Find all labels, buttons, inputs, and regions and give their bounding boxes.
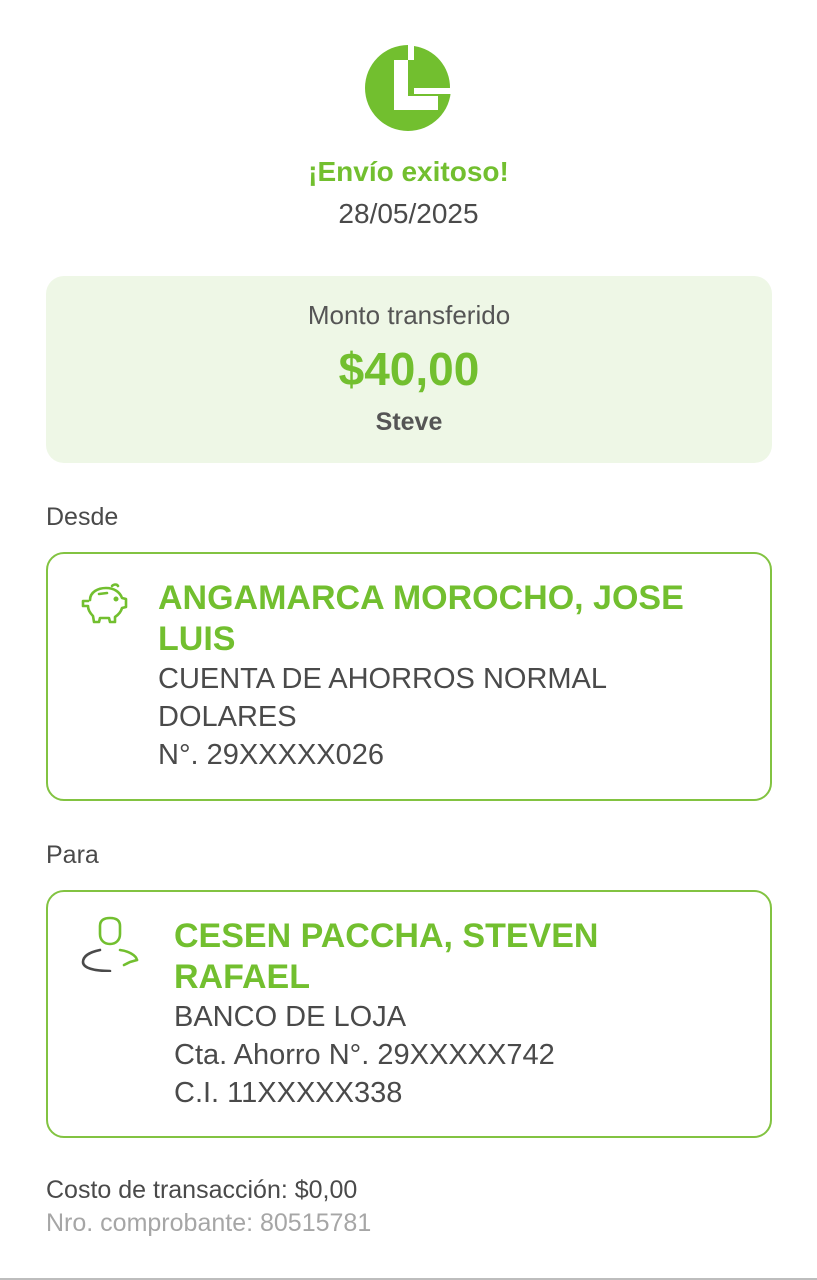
from-account-holder: ANGAMARCA MOROCHO, JOSE — [158, 579, 684, 617]
transaction-cost: Costo de transacción: $0,00 — [46, 1176, 358, 1204]
to-bank-name: BANCO DE LOJA — [174, 1001, 407, 1033]
amount-card: Monto transferido $40,00 Steve — [46, 276, 772, 463]
from-account-currency: DOLARES — [158, 701, 297, 733]
user-icon — [80, 916, 140, 977]
to-section-label: Para — [46, 841, 99, 869]
success-title: ¡Envío exitoso! — [308, 156, 509, 187]
from-account-type: CUENTA DE AHORROS NORMAL — [158, 663, 608, 695]
to-id-number: C.I. 11XXXXX338 — [174, 1077, 403, 1109]
to-account-holder-cont: RAFAEL — [174, 958, 310, 996]
to-account-holder: CESEN PACCHA, STEVEN — [174, 917, 599, 955]
from-account-number: N°. 29XXXXX026 — [158, 739, 385, 771]
receipt-number: Nro. comprobante: 80515781 — [46, 1209, 372, 1237]
from-account-card: ANGAMARCA MOROCHO, JOSE LUIS CUENTA DE A… — [46, 552, 772, 801]
to-account-card: CESEN PACCHA, STEVEN RAFAEL BANCO DE LOJ… — [46, 890, 772, 1138]
from-account-holder-cont: LUIS — [158, 620, 236, 658]
amount-value: $40,00 — [338, 343, 480, 395]
from-section-label: Desde — [46, 503, 119, 531]
amount-label: Monto transferido — [307, 300, 511, 330]
to-account-number: Cta. Ahorro N°. 29XXXXX742 — [174, 1039, 555, 1071]
piggy-bank-icon — [80, 582, 128, 631]
transaction-date: 28/05/2025 — [338, 198, 479, 229]
amount-description: Steve — [375, 408, 443, 436]
bank-logo-icon — [364, 44, 452, 132]
